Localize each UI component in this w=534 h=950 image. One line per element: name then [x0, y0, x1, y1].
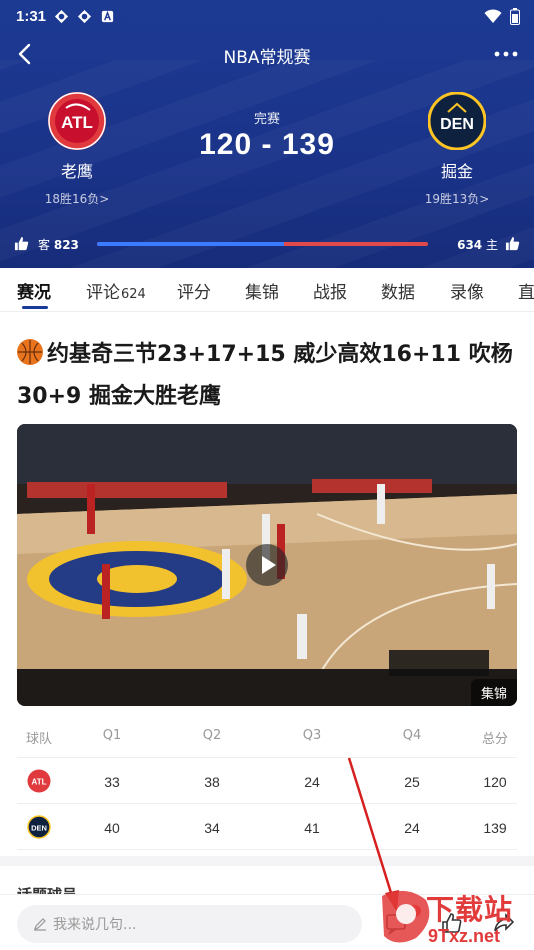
away-vote-count: 823 — [53, 238, 79, 252]
video-tag: 集锦 — [470, 679, 517, 706]
header-total: 总分 — [481, 732, 508, 747]
den-logo: DEN — [428, 92, 486, 150]
nuggets-icon: DEN — [428, 92, 486, 150]
app-notification-icon — [54, 9, 69, 23]
svg-text:DEN: DEN — [31, 824, 47, 833]
away-team-record[interactable]: 19胜13负> — [402, 190, 512, 207]
comment-count: 624 — [121, 287, 146, 302]
atl-q4: 25 — [404, 774, 420, 790]
atl-q1: 33 — [104, 774, 120, 790]
more-options-icon[interactable] — [492, 42, 520, 66]
pencil-icon — [34, 918, 46, 931]
watermark-title: 下载站 — [426, 893, 514, 926]
basketball-icon — [17, 339, 43, 365]
tab-stats[interactable]: 数据 — [381, 278, 415, 303]
vote-ratio-fill — [97, 242, 284, 246]
atl-total: 120 — [483, 774, 507, 790]
away-vote-label: 客 — [38, 238, 51, 252]
den-q3: 41 — [304, 820, 320, 836]
home-vote-count: 634 — [457, 238, 483, 252]
font-notification-icon — [101, 10, 114, 22]
header-team: 球队 — [25, 732, 52, 747]
thumbs-up-icon[interactable] — [505, 236, 520, 251]
battery-icon — [510, 7, 520, 25]
comment-input[interactable]: 我来说几句... — [17, 905, 362, 943]
den-q4: 24 — [404, 820, 420, 836]
watermark-url: 9Txz.net — [428, 926, 501, 946]
tab-bar: 赛况 评论624 评分 集锦 战报 数据 录像 直 — [0, 268, 534, 312]
top-nav: NBA常规赛 — [0, 36, 534, 72]
tab-replay[interactable]: 录像 — [450, 278, 484, 303]
header-q1: Q1 — [102, 728, 122, 743]
section-divider — [0, 856, 534, 866]
highlight-video[interactable]: 集锦 — [17, 424, 517, 706]
svg-text:DEN: DEN — [440, 116, 474, 133]
tab-highlights[interactable]: 集锦 — [245, 278, 279, 303]
home-vote-label: 主 — [485, 238, 498, 252]
comment-placeholder: 我来说几句... — [53, 917, 137, 933]
table-header-row: 球队 Q1 Q2 Q3 Q4 总分 — [17, 712, 517, 758]
away-team[interactable]: DEN 掘金 19胜13负> — [402, 92, 512, 207]
status-bar: 1:31 — [16, 6, 520, 26]
table-row: ATL 33 38 24 25 120 — [17, 758, 517, 804]
page-title: NBA常规赛 — [223, 48, 311, 68]
quarter-score-table: 球队 Q1 Q2 Q3 Q4 总分 ATL 33 38 24 25 120 DE… — [17, 712, 517, 850]
table-row: DEN 40 34 41 24 139 — [17, 804, 517, 850]
den-q2: 34 — [204, 820, 220, 836]
tab-summary[interactable]: 赛况 — [17, 278, 51, 303]
den-total: 139 — [483, 820, 507, 836]
tab-ratings[interactable]: 评分 — [177, 278, 211, 303]
status-time: 1:31 — [16, 7, 47, 25]
atl-q3: 24 — [304, 774, 320, 790]
den-q1: 40 — [104, 820, 120, 836]
thumbs-up-icon[interactable] — [14, 236, 29, 251]
active-tab-indicator — [22, 306, 48, 309]
play-button[interactable] — [246, 544, 288, 586]
header-q3: Q3 — [302, 728, 322, 743]
tab-comments[interactable]: 评论624 — [86, 278, 146, 303]
away-team-name: 掘金 — [440, 162, 473, 181]
tab-live[interactable]: 直 — [518, 278, 534, 303]
app-notification-icon — [77, 9, 92, 23]
wifi-icon — [484, 8, 502, 23]
article-headline[interactable]: 约基奇三节23+17+15 威少高效16+11 吹杨30+9 掘金大胜老鹰 — [17, 334, 517, 418]
home-team-record[interactable]: 18胜16负> — [22, 190, 132, 207]
header-q4: Q4 — [402, 728, 422, 743]
den-logo-icon: DEN — [27, 815, 51, 839]
atl-logo-icon: ATL — [27, 769, 51, 793]
tab-report[interactable]: 战报 — [313, 278, 347, 303]
vote-ratio-bar — [97, 242, 428, 246]
support-vote-bar: 客 823 634 主 — [14, 234, 520, 254]
game-header: 1:31 NBA常规赛 ATL 老鹰 18胜16负> 完赛 120 - 139 — [0, 0, 534, 268]
svg-text:ATL: ATL — [32, 778, 47, 787]
header-q2: Q2 — [202, 728, 222, 743]
atl-q2: 38 — [204, 774, 220, 790]
